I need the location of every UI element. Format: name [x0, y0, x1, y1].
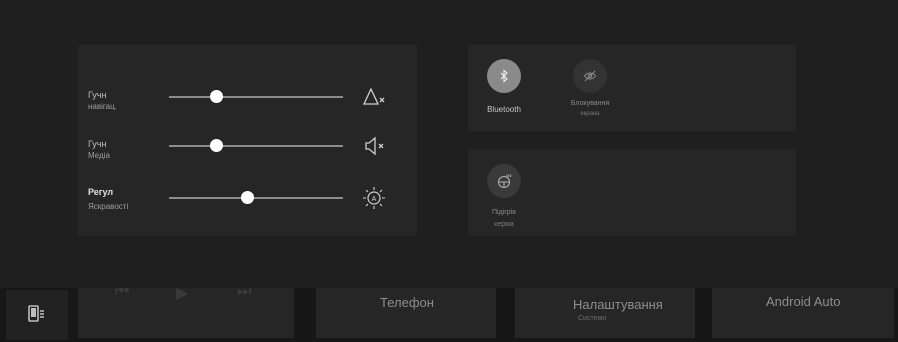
- media-volume-thumb[interactable]: [210, 139, 223, 152]
- brightness-auto-icon[interactable]: A: [360, 184, 388, 212]
- steering-heat-sublabel: керма: [494, 221, 514, 228]
- navigation-volume-row: Гучн навігац.: [78, 77, 417, 117]
- phone-card[interactable]: [316, 286, 496, 338]
- comfort-toggles-panel: Підігрів керма: [468, 150, 796, 236]
- navigation-volume-track[interactable]: [169, 96, 343, 98]
- navigation-volume-thumb[interactable]: [210, 90, 223, 103]
- bluetooth-toggle[interactable]: Bluetooth: [483, 59, 525, 115]
- phone-projection-icon: [28, 305, 44, 322]
- brightness-thumb[interactable]: [241, 191, 254, 204]
- settings-sublabel: Системи: [578, 315, 607, 322]
- bluetooth-label: Bluetooth: [487, 105, 521, 114]
- steering-heat-label: Підігрів: [492, 209, 516, 216]
- speaker-mute-icon[interactable]: [360, 132, 388, 160]
- volume-brightness-panel: Гучн навігац. Гучн Медіа Регул Яскравост…: [78, 45, 417, 236]
- screen-lock-label: Блокування: [570, 100, 610, 107]
- phone-label: Телефон: [380, 295, 434, 310]
- settings-label: Налаштування: [573, 297, 663, 312]
- svg-text:A: A: [372, 196, 377, 203]
- eye-off-icon: [583, 70, 597, 82]
- brightness-track[interactable]: [169, 197, 343, 199]
- android-auto-label: Android Auto: [766, 294, 841, 309]
- connectivity-toggles-panel: Bluetooth Блокування екрана: [468, 45, 796, 131]
- screen-lock-toggle[interactable]: Блокування екрана: [560, 59, 620, 119]
- system-settings-card[interactable]: [515, 286, 695, 338]
- media-volume-track[interactable]: [169, 145, 343, 147]
- navigation-volume-sublabel: навігац.: [88, 102, 117, 111]
- phone-projection-button[interactable]: [6, 290, 68, 340]
- heated-steering-wheel-icon: [497, 174, 512, 189]
- bluetooth-icon: [500, 69, 508, 83]
- media-volume-row: Гучн Медіа: [78, 126, 417, 166]
- steering-heat-toggle[interactable]: Підігрів керма: [483, 164, 525, 230]
- brightness-sublabel: Яскравості: [88, 202, 129, 211]
- brightness-row: Регул Яскравості A: [78, 178, 417, 218]
- media-volume-sublabel: Медіа: [88, 151, 110, 160]
- navigation-volume-label: Гучн: [88, 90, 107, 100]
- navigation-mute-icon[interactable]: [360, 83, 388, 111]
- media-volume-label: Гучн: [88, 139, 107, 149]
- brightness-label: Регул: [88, 187, 114, 197]
- screen-lock-sublabel: екрана: [580, 111, 600, 117]
